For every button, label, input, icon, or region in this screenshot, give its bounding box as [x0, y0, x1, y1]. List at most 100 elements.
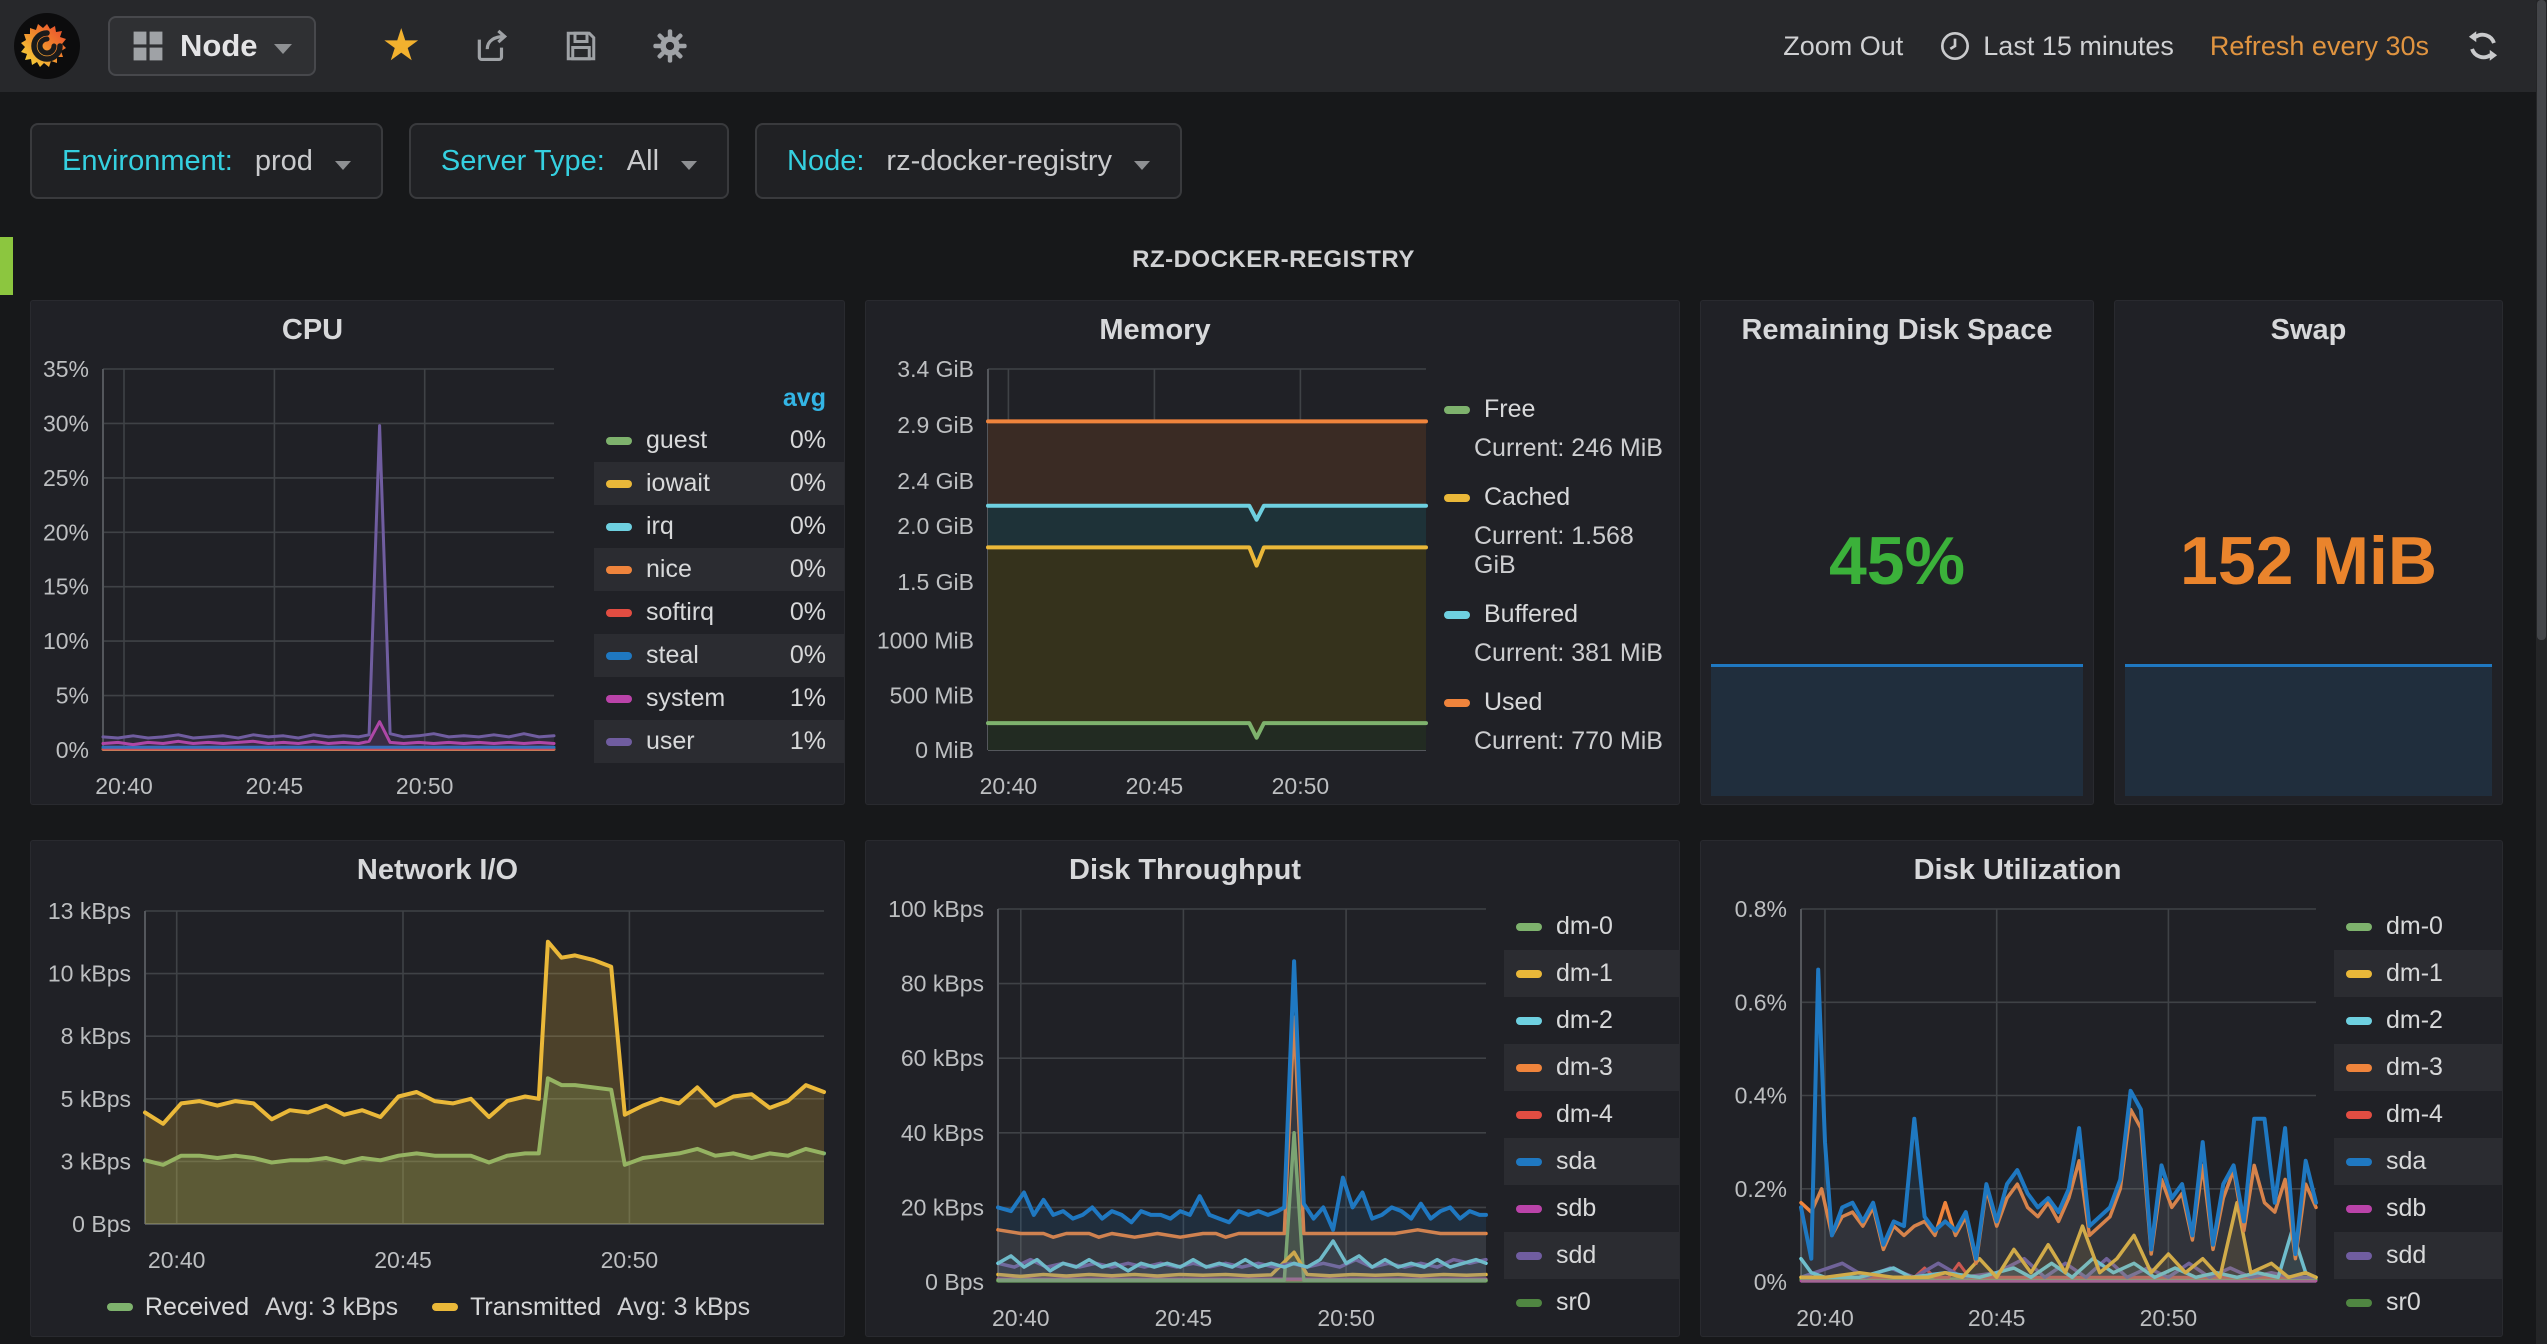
disk-utilization-graph[interactable]: 0%0.2%0.4%0.6%0.8%20:4020:4520:50	[1701, 895, 2334, 1336]
legend-item-dm-3[interactable]: dm-3	[2334, 1044, 2502, 1091]
legend-avg-value: Avg: 3 kBps	[265, 1293, 398, 1322]
svg-text:10 kBps: 10 kBps	[48, 961, 131, 987]
network-graph[interactable]: 0 Bps3 kBps5 kBps8 kBps10 kBps13 kBps20:…	[31, 895, 844, 1278]
legend-item-system[interactable]: system1%	[594, 677, 844, 720]
panel-title-disk-space[interactable]: Remaining Disk Space	[1701, 301, 2093, 355]
svg-text:0%: 0%	[56, 737, 89, 763]
series-color-swatch	[2346, 1158, 2372, 1166]
legend-item-irq[interactable]: irq0%	[594, 505, 844, 548]
series-color-swatch	[1516, 1299, 1542, 1307]
legend-item-dm-3[interactable]: dm-3	[1504, 1044, 1679, 1091]
legend-item-dm-0[interactable]: dm-0	[1504, 903, 1679, 950]
series-color-swatch	[1516, 1111, 1542, 1119]
legend-item-user[interactable]: user1%	[594, 720, 844, 763]
panel-title-disk-utilization[interactable]: Disk Utilization	[1701, 841, 2502, 895]
variable-label: Environment:	[62, 145, 233, 178]
grafana-flame-icon	[21, 20, 73, 72]
time-picker-button[interactable]: Last 15 minutes	[1939, 30, 2174, 62]
legend-avg-value: Avg: 3 kBps	[617, 1293, 750, 1322]
legend-item-Buffered[interactable]: BufferedCurrent: 381 MiB	[1444, 600, 1679, 668]
svg-text:20:50: 20:50	[1317, 1305, 1375, 1331]
legend-item-sr0[interactable]: sr0	[1504, 1279, 1679, 1326]
disk_utilization-chart-svg: 0%0.2%0.4%0.6%0.8%20:4020:4520:50	[1701, 895, 2334, 1336]
star-button[interactable]: ★	[382, 24, 421, 68]
svg-text:20:40: 20:40	[1796, 1305, 1854, 1331]
series-color-swatch	[606, 738, 632, 746]
legend-item-sdb[interactable]: sdb	[1504, 1185, 1679, 1232]
panel-title-memory[interactable]: Memory	[866, 301, 1679, 355]
legend-item-dm-4[interactable]: dm-4	[2334, 1091, 2502, 1138]
legend-item-guest[interactable]: guest0%	[594, 419, 844, 462]
swap-sparkline	[2125, 664, 2492, 796]
scrollbar-thumb[interactable]	[2537, 0, 2546, 640]
variable-environment[interactable]: Environment: prod	[30, 123, 383, 199]
refresh-interval-button[interactable]: Refresh every 30s	[2210, 31, 2429, 62]
panel-title-disk-throughput[interactable]: Disk Throughput	[866, 841, 1679, 895]
series-color-swatch	[606, 609, 632, 617]
settings-button[interactable]	[651, 27, 689, 65]
template-variables: Environment: prod Server Type: All Node:…	[0, 92, 2547, 230]
time-range-label: Last 15 minutes	[1983, 31, 2174, 62]
save-button[interactable]	[563, 28, 599, 64]
panel-title-swap[interactable]: Swap	[2115, 301, 2502, 355]
legend-item-sr0[interactable]: sr0	[2334, 1279, 2502, 1326]
zoom-out-button[interactable]: Zoom Out	[1783, 31, 1903, 62]
legend-item-Cached[interactable]: CachedCurrent: 1.568 GiB	[1444, 483, 1679, 580]
disk_throughput-chart-svg: 0 Bps20 kBps40 kBps60 kBps80 kBps100 kBp…	[866, 895, 1504, 1336]
series-color-swatch	[2346, 1205, 2372, 1213]
cpu-legend: avg guest0%iowait0%irq0%nice0%softirq0%st…	[594, 355, 844, 804]
panel-title-network[interactable]: Network I/O	[31, 841, 844, 895]
cpu-graph[interactable]: 0%5%10%15%20%25%30%35%20:4020:4520:50	[31, 355, 594, 804]
legend-item-dm-1[interactable]: dm-1	[2334, 950, 2502, 997]
grafana-logo[interactable]	[14, 13, 80, 79]
legend-item-Received[interactable]: Received	[107, 1293, 249, 1322]
svg-text:0.8%: 0.8%	[1735, 896, 1787, 922]
memory-legend: FreeCurrent: 246 MiB CachedCurrent: 1.568…	[1444, 355, 1679, 804]
legend-item-steal[interactable]: steal0%	[594, 634, 844, 677]
row-title[interactable]: RZ-DOCKER-REGISTRY	[0, 230, 2547, 290]
panel-disk-throughput: Disk Throughput 0 Bps20 kBps40 kBps60 kB…	[865, 840, 1680, 1337]
navbar: Node ★	[0, 0, 2547, 92]
chevron-down-icon	[1134, 161, 1150, 170]
legend-item-Transmitted[interactable]: Transmitted	[432, 1293, 601, 1322]
svg-text:2.0 GiB: 2.0 GiB	[897, 513, 974, 539]
variable-server-type[interactable]: Server Type: All	[409, 123, 729, 199]
legend-item-sda[interactable]: sda	[1504, 1138, 1679, 1185]
dashboard-picker[interactable]: Node	[108, 16, 316, 76]
refresh-button[interactable]	[2465, 28, 2501, 64]
panel-remaining-disk-space: Remaining Disk Space 45%	[1700, 300, 2094, 805]
share-button[interactable]	[473, 27, 511, 65]
panel-title-cpu[interactable]: CPU	[31, 301, 844, 355]
svg-text:20:45: 20:45	[1155, 1305, 1213, 1331]
svg-text:20:40: 20:40	[980, 773, 1038, 799]
legend-item-sdd[interactable]: sdd	[1504, 1232, 1679, 1279]
scrollbar[interactable]	[2536, 0, 2547, 1344]
panel-network-io: Network I/O 0 Bps3 kBps5 kBps8 kBps10 kB…	[30, 840, 845, 1337]
memory-chart-svg: 0 MiB500 MiB1000 MiB1.5 GiB2.0 GiB2.4 Gi…	[866, 355, 1444, 804]
legend-item-dm-1[interactable]: dm-1	[1504, 950, 1679, 997]
legend-item-nice[interactable]: nice0%	[594, 548, 844, 591]
legend-item-dm-2[interactable]: dm-2	[2334, 997, 2502, 1044]
svg-text:20:50: 20:50	[601, 1247, 659, 1273]
variable-value: rz-docker-registry	[886, 145, 1112, 178]
legend-item-dm-4[interactable]: dm-4	[1504, 1091, 1679, 1138]
variable-node[interactable]: Node: rz-docker-registry	[755, 123, 1182, 199]
memory-graph[interactable]: 0 MiB500 MiB1000 MiB1.5 GiB2.0 GiB2.4 Gi…	[866, 355, 1444, 804]
series-color-swatch	[606, 437, 632, 445]
variable-value: All	[627, 145, 659, 178]
series-color-swatch	[2346, 1252, 2372, 1260]
legend-item-dm-0[interactable]: dm-0	[2334, 903, 2502, 950]
disk-throughput-graph[interactable]: 0 Bps20 kBps40 kBps60 kBps80 kBps100 kBp…	[866, 895, 1504, 1336]
svg-text:0 Bps: 0 Bps	[72, 1211, 131, 1237]
legend-item-dm-2[interactable]: dm-2	[1504, 997, 1679, 1044]
legend-item-sda[interactable]: sda	[2334, 1138, 2502, 1185]
legend-item-softirq[interactable]: softirq0%	[594, 591, 844, 634]
legend-current-value: Current: 246 MiB	[1444, 434, 1679, 463]
legend-item-iowait[interactable]: iowait0%	[594, 462, 844, 505]
legend-item-sdd[interactable]: sdd	[2334, 1232, 2502, 1279]
svg-text:100 kBps: 100 kBps	[888, 896, 984, 922]
legend-item-Free[interactable]: FreeCurrent: 246 MiB	[1444, 395, 1679, 463]
legend-item-Used[interactable]: UsedCurrent: 770 MiB	[1444, 688, 1679, 756]
legend-item-sdb[interactable]: sdb	[2334, 1185, 2502, 1232]
legend-avg-header[interactable]: avg	[783, 384, 826, 413]
